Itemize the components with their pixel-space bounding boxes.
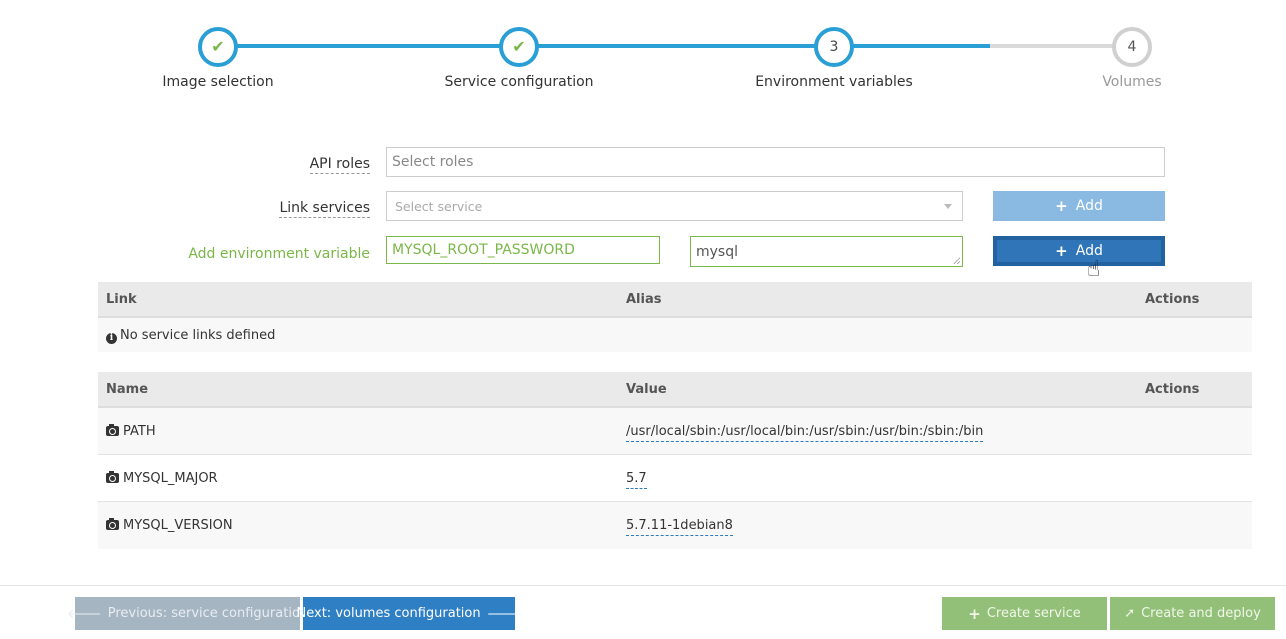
previous-step-button[interactable]: 🡐 Previous: service configuration bbox=[67, 597, 308, 630]
table-row-empty: i No service links defined bbox=[98, 318, 1252, 352]
add-link-button-label: Add bbox=[1075, 198, 1103, 214]
column-header-value[interactable]: Value bbox=[626, 382, 667, 397]
previous-step-label: Previous: service configuration bbox=[107, 606, 309, 621]
check-icon: ✔ bbox=[211, 37, 225, 56]
info-icon: i bbox=[106, 333, 117, 344]
step-label: Service configuration bbox=[444, 74, 594, 90]
create-service-button[interactable]: + Create service bbox=[942, 597, 1107, 630]
wizard-step-volumes[interactable]: 4 Volumes bbox=[1022, 27, 1242, 90]
link-services-label[interactable]: Link services bbox=[279, 199, 370, 218]
rocket-icon: ➚ bbox=[1124, 606, 1136, 621]
env-name-text: MYSQL_VERSION bbox=[123, 518, 233, 533]
api-roles-input[interactable]: Select roles bbox=[386, 147, 1165, 177]
column-header-alias[interactable]: Alias bbox=[626, 292, 661, 307]
env-value-editable[interactable]: /usr/local/sbin:/usr/local/bin:/usr/sbin… bbox=[626, 424, 984, 442]
add-env-variable-label: Add environment variable bbox=[188, 246, 370, 262]
wizard-step-environment-variables[interactable]: 3 Environment variables bbox=[724, 27, 944, 90]
step-label: Environment variables bbox=[755, 74, 913, 90]
column-header-actions: Actions bbox=[1145, 292, 1200, 307]
hand-cursor-icon: ☝ bbox=[1087, 257, 1101, 282]
create-service-label: Create service bbox=[986, 606, 1081, 621]
plus-icon: + bbox=[1055, 242, 1068, 260]
empty-message: i No service links defined bbox=[106, 328, 275, 344]
step-label: Image selection bbox=[162, 74, 274, 90]
column-header-link[interactable]: Link bbox=[106, 292, 137, 307]
step-label: Volumes bbox=[1102, 74, 1162, 90]
add-link-button[interactable]: + Add bbox=[993, 191, 1165, 221]
create-and-deploy-button[interactable]: ➚ Create and deploy bbox=[1110, 597, 1275, 630]
table-row: MYSQL_VERSION 5.7.11-1debian8 bbox=[98, 502, 1252, 549]
table-header: Name Value Actions bbox=[98, 372, 1252, 408]
link-service-select[interactable]: Select service bbox=[386, 191, 963, 221]
empty-message-text: No service links defined bbox=[120, 328, 276, 343]
resize-handle-icon[interactable] bbox=[953, 257, 960, 264]
env-name-text: PATH bbox=[123, 424, 156, 439]
wizard-step-image-selection[interactable]: ✔ Image selection bbox=[108, 27, 328, 90]
step-circle: 3 bbox=[814, 27, 854, 67]
create-and-deploy-label: Create and deploy bbox=[1141, 606, 1261, 621]
env-name-input[interactable]: MYSQL_ROOT_PASSWORD bbox=[386, 236, 660, 264]
env-value-editable[interactable]: 5.7 bbox=[626, 471, 647, 489]
env-value-editable[interactable]: 5.7.11-1debian8 bbox=[626, 518, 733, 536]
env-name-cell: PATH bbox=[106, 424, 156, 439]
arrow-right-icon: 🡒 bbox=[486, 606, 522, 622]
table-row: MYSQL_MAJOR 5.7 bbox=[98, 455, 1252, 502]
env-value-textarea[interactable]: mysql bbox=[690, 236, 963, 267]
next-step-button[interactable]: Next: volumes configuration 🡒 bbox=[297, 597, 522, 630]
env-name-cell: MYSQL_MAJOR bbox=[106, 471, 218, 486]
env-value-text: mysql bbox=[696, 243, 738, 260]
step-circle: 4 bbox=[1112, 27, 1152, 67]
chevron-down-icon bbox=[944, 204, 952, 209]
camera-icon bbox=[106, 471, 119, 483]
service-links-table: Link Alias Actions i No service links def… bbox=[98, 282, 1252, 352]
wizard-step-service-configuration[interactable]: ✔ Service configuration bbox=[409, 27, 629, 90]
check-icon: ✔ bbox=[512, 37, 526, 56]
column-header-name[interactable]: Name bbox=[106, 382, 148, 397]
step-circle: ✔ bbox=[198, 27, 238, 67]
add-env-variable-button[interactable]: + Add bbox=[993, 236, 1165, 266]
env-variables-table: Name Value Actions PATH /usr/local/sbin:… bbox=[98, 372, 1252, 549]
env-name-text: MYSQL_MAJOR bbox=[123, 471, 218, 486]
api-roles-label[interactable]: API roles bbox=[309, 155, 370, 174]
step-circle: ✔ bbox=[499, 27, 539, 67]
footer-divider bbox=[0, 585, 1286, 586]
plus-icon: + bbox=[1055, 197, 1068, 215]
next-step-label: Next: volumes configuration bbox=[296, 606, 481, 621]
wizard-stepper: ✔ Image selection ✔ Service configuratio… bbox=[0, 0, 1286, 100]
camera-icon bbox=[106, 424, 119, 436]
table-header: Link Alias Actions bbox=[98, 282, 1252, 318]
link-service-placeholder: Select service bbox=[395, 198, 483, 214]
env-name-cell: MYSQL_VERSION bbox=[106, 518, 233, 533]
arrow-left-icon: 🡐 bbox=[66, 606, 102, 622]
camera-icon bbox=[106, 518, 119, 530]
plus-icon: + bbox=[968, 604, 981, 623]
table-row: PATH /usr/local/sbin:/usr/local/bin:/usr… bbox=[98, 408, 1252, 455]
column-header-actions: Actions bbox=[1145, 382, 1200, 397]
